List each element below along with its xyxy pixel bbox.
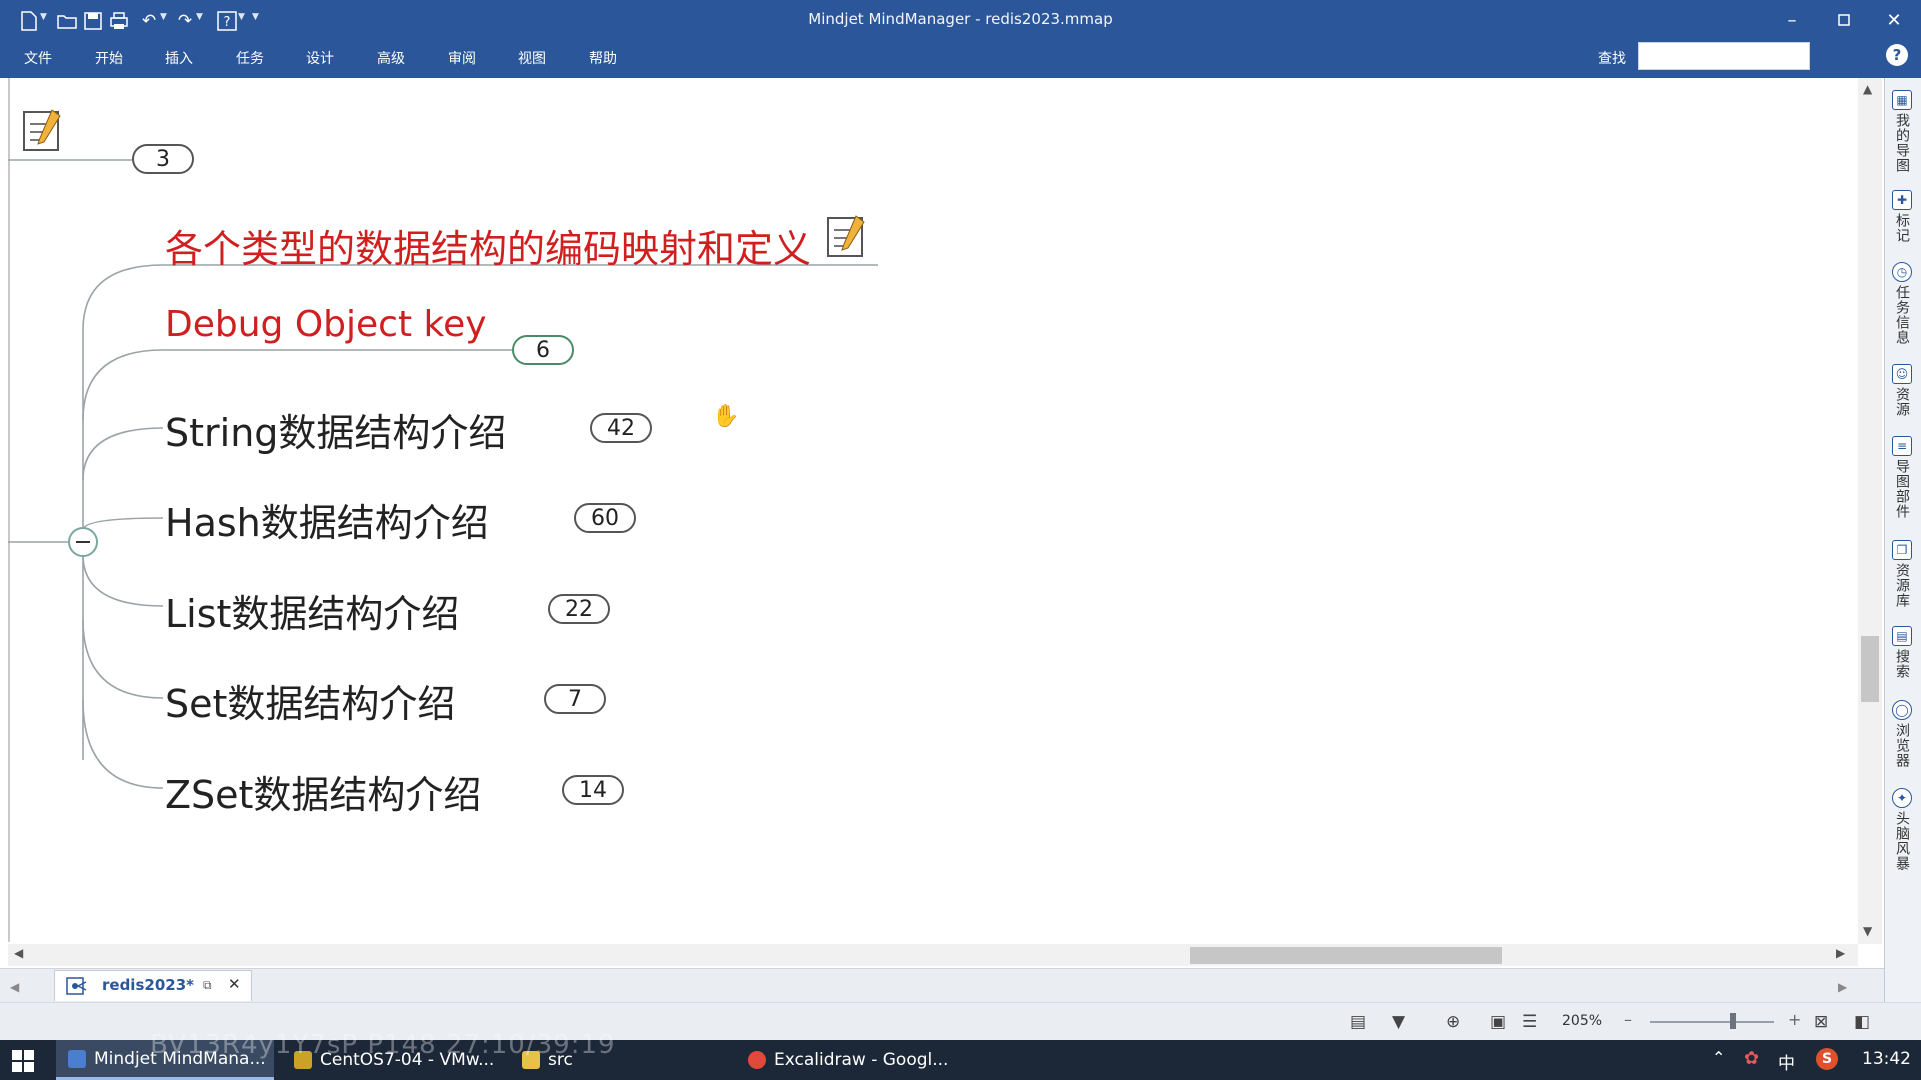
clock-icon: ◷	[1892, 262, 1912, 282]
scroll-down-icon[interactable]: ▼	[1863, 924, 1872, 938]
lightbulb-icon: ✦	[1892, 788, 1912, 808]
topic-count-badge[interactable]: 22	[548, 594, 610, 624]
video-watermark: BV13R4y1Y7sP P148 27:10/39:19	[150, 1030, 616, 1060]
close-tab-icon[interactable]: ✕	[228, 975, 241, 993]
tray-app-icon[interactable]: ✿	[1744, 1048, 1759, 1069]
sogou-ime-icon[interactable]: S	[1816, 1048, 1838, 1070]
panel-brainstorm[interactable]: ✦ 头脑风暴	[1887, 788, 1917, 871]
outline-view-icon[interactable]: ☰	[1522, 1012, 1537, 1032]
panel-resources[interactable]: ☺ 资源	[1887, 364, 1917, 417]
scroll-up-icon[interactable]: ▲	[1863, 82, 1872, 96]
balance-map-icon[interactable]: ⊕	[1446, 1012, 1460, 1032]
topic-count-badge[interactable]: 3	[132, 144, 194, 174]
fit-map-icon[interactable]: ⊠	[1814, 1012, 1828, 1032]
topic-encoding-mapping[interactable]: 各个类型的数据结构的编码映射和定义	[165, 218, 811, 273]
panel-browser[interactable]: ◯ 浏览器	[1887, 700, 1917, 768]
zoom-slider[interactable]	[1650, 1021, 1774, 1023]
panel-task-info[interactable]: ◷ 任务信息	[1887, 262, 1917, 345]
document-tab-bar	[0, 968, 1884, 1003]
topic-count-badge[interactable]: 60	[574, 503, 636, 533]
topic-count-badge[interactable]: 14	[562, 775, 624, 805]
taskbar-chrome[interactable]: Excalidraw - Googl...	[742, 1040, 958, 1080]
mindmanager-app-icon	[68, 1049, 86, 1068]
detach-tab-icon[interactable]: ⧉	[203, 978, 212, 993]
topic-count-badge[interactable]: 7	[544, 684, 606, 714]
layout-icon[interactable]: ◧	[1854, 1012, 1870, 1032]
chrome-icon	[748, 1051, 766, 1069]
book-icon: ≡	[1892, 436, 1912, 456]
vertical-scrollbar[interactable]	[1858, 78, 1882, 944]
scroll-right-icon[interactable]: ▶	[1836, 946, 1845, 960]
filter-icon[interactable]: ▼	[1392, 1012, 1405, 1032]
marker-icon: ✚	[1892, 190, 1912, 210]
mindmap-doc-icon	[66, 976, 88, 1000]
panel-map-parts[interactable]: ≡ 导图部件	[1887, 436, 1917, 519]
document-tab-label: redis2023*	[102, 976, 194, 994]
map-view-icon[interactable]: ▣	[1490, 1012, 1506, 1032]
tab-scroll-right-icon[interactable]: ▶	[1838, 980, 1847, 994]
library-icon: ❐	[1892, 540, 1912, 560]
tab-scroll-left-icon[interactable]: ◀	[10, 980, 19, 994]
zoom-level: 205%	[1562, 1013, 1603, 1029]
hand-cursor-icon: ✋	[712, 404, 740, 429]
map-icon: ▦	[1892, 90, 1912, 110]
topic-string[interactable]: String数据结构介绍	[165, 402, 506, 457]
search-panel-icon: ▤	[1892, 626, 1912, 646]
scroll-left-icon[interactable]: ◀	[14, 946, 23, 960]
vertical-scroll-thumb[interactable]	[1861, 636, 1879, 702]
person-icon: ☺	[1892, 364, 1912, 384]
topic-set[interactable]: Set数据结构介绍	[165, 673, 455, 728]
windows-start-icon[interactable]	[12, 1050, 34, 1076]
document-icon[interactable]: ▤	[1350, 1012, 1366, 1032]
topic-hash[interactable]: Hash数据结构介绍	[165, 492, 489, 547]
topic-count-badge[interactable]: 42	[590, 413, 652, 443]
topic-list[interactable]: List数据结构介绍	[165, 583, 459, 638]
zoom-in-icon[interactable]: +	[1788, 1010, 1801, 1029]
topic-debug-object-key[interactable]: Debug Object key	[165, 304, 487, 345]
zoom-out-icon[interactable]: –	[1624, 1010, 1632, 1029]
topic-zset[interactable]: ZSet数据结构介绍	[165, 764, 481, 819]
panel-markers[interactable]: ✚ 标记	[1887, 190, 1917, 243]
horizontal-scroll-thumb[interactable]	[1190, 947, 1502, 964]
collapse-toggle-icon[interactable]	[68, 527, 98, 557]
tray-expand-icon[interactable]: ⌃	[1712, 1048, 1725, 1067]
panel-my-maps[interactable]: ▦ 我的导图	[1887, 90, 1917, 173]
panel-library[interactable]: ❐ 资源库	[1887, 540, 1917, 608]
topic-count-badge[interactable]: 6	[512, 335, 574, 365]
zoom-slider-thumb[interactable]	[1730, 1013, 1736, 1029]
panel-search[interactable]: ▤ 搜索	[1887, 626, 1917, 679]
note-icon[interactable]	[22, 108, 62, 156]
horizontal-scrollbar[interactable]	[8, 944, 1858, 966]
browser-icon: ◯	[1892, 700, 1912, 720]
topic-note-icon[interactable]	[826, 214, 866, 262]
ime-indicator[interactable]: 中	[1778, 1049, 1795, 1074]
clock: 13:42	[1862, 1049, 1911, 1069]
